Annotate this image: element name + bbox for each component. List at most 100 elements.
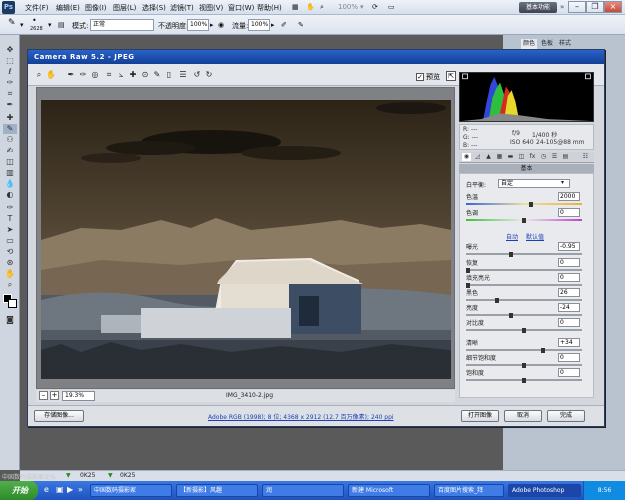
slider-value-field[interactable]: 0 xyxy=(558,273,580,282)
3d-orbit-icon[interactable]: ⊛ xyxy=(3,258,17,268)
brush-tool-icon[interactable]: ✎ xyxy=(3,124,17,134)
red-eye-icon[interactable]: ⊙ xyxy=(140,70,150,80)
slider-thumb[interactable] xyxy=(495,298,500,303)
chevron-right-icon[interactable]: ▸ xyxy=(271,21,275,29)
chevron-down-icon[interactable]: ▾ xyxy=(561,179,564,186)
minimize-button[interactable]: – xyxy=(568,1,586,13)
target-adjust-icon[interactable]: ◎ xyxy=(90,70,100,80)
tab-swatches[interactable]: 色板 xyxy=(539,39,555,49)
detail-icon[interactable]: ▲ xyxy=(484,153,493,161)
slider-track[interactable] xyxy=(466,284,582,286)
pressure-opacity-icon[interactable]: ◉ xyxy=(218,21,224,29)
doc-tab-2[interactable]: 0K25 xyxy=(120,472,135,479)
ie-icon[interactable]: e xyxy=(44,485,49,494)
type-tool-icon[interactable]: T xyxy=(3,214,17,224)
menu-file[interactable]: 文件(F) xyxy=(25,3,49,13)
menu-help[interactable]: 帮助(H) xyxy=(257,3,282,13)
slider-value-field[interactable]: -24 xyxy=(558,303,580,312)
slider-thumb[interactable] xyxy=(541,348,546,353)
move-tool-icon[interactable]: ✥ xyxy=(3,45,17,55)
history-brush-icon[interactable]: ✍ xyxy=(3,146,17,156)
desktop-icon[interactable]: ▣ xyxy=(56,485,64,494)
slider-value-field[interactable]: 26 xyxy=(558,288,580,297)
menu-layer[interactable]: 图层(L) xyxy=(113,3,136,13)
menu-image[interactable]: 图像(I) xyxy=(85,3,107,13)
task-item[interactable]: 润 xyxy=(262,484,344,497)
auto-link[interactable]: 自动 xyxy=(506,232,518,241)
menu-view[interactable]: 视图(V) xyxy=(199,3,223,13)
task-item[interactable]: 新建 Microsoft xyxy=(348,484,430,497)
task-item[interactable]: 百度图片搜索_拜 xyxy=(434,484,504,497)
save-image-button[interactable]: 存储图像... xyxy=(34,410,84,422)
close-button[interactable]: × xyxy=(604,1,622,13)
slider-value-field[interactable]: 0 xyxy=(558,353,580,362)
rotate-cw-icon[interactable]: ↻ xyxy=(204,70,214,80)
blur-tool-icon[interactable]: 💧 xyxy=(3,179,17,189)
eyedropper-icon[interactable]: ✒ xyxy=(3,100,17,110)
3d-rotate-icon[interactable]: ⟲ xyxy=(3,247,17,257)
crop-tool-icon[interactable]: ⌗ xyxy=(104,70,114,80)
slider-thumb[interactable] xyxy=(522,328,526,333)
brush-preset-icon[interactable]: • xyxy=(32,16,37,25)
tab-color[interactable]: 颜色 xyxy=(521,39,537,49)
marquee-tool-icon[interactable]: ⬚ xyxy=(3,56,17,66)
pen-tool-icon[interactable]: ✑ xyxy=(3,203,17,213)
workspace-button[interactable]: 基本功能 xyxy=(519,2,557,13)
system-tray-clock[interactable]: 8:56 xyxy=(583,481,625,500)
zoom-tool-icon[interactable]: ⌕ xyxy=(34,70,44,80)
presets-icon[interactable]: ☰ xyxy=(550,153,559,161)
workspace-menu-icon[interactable]: » xyxy=(560,3,564,11)
chevron-down-icon[interactable]: ▾ xyxy=(360,3,364,11)
slider-track[interactable] xyxy=(466,299,582,301)
straighten-icon[interactable]: ⦣ xyxy=(116,70,126,80)
panel-menu-icon[interactable]: ☷ xyxy=(581,153,590,161)
effects-icon[interactable]: fx xyxy=(528,153,537,161)
arrange-icon[interactable]: ▦ xyxy=(292,3,299,11)
rotate-view-icon[interactable]: ⟳ xyxy=(372,3,378,11)
slider-thumb[interactable] xyxy=(522,378,526,383)
chevron-down-icon[interactable]: ▾ xyxy=(20,21,24,29)
camera-calibration-icon[interactable]: ◷ xyxy=(539,153,548,161)
doc-tab-icon[interactable]: ▼ xyxy=(108,472,113,479)
graduated-filter-icon[interactable]: ▯ xyxy=(164,70,174,80)
slider-value-field[interactable]: 2000 xyxy=(558,192,580,201)
zoom-out-button[interactable]: – xyxy=(39,391,48,400)
slider-value-field[interactable]: 0 xyxy=(558,208,580,217)
task-item-active[interactable]: Adobe Photoshop xyxy=(508,484,581,497)
lens-corrections-icon[interactable]: ◫ xyxy=(517,153,526,161)
hand-icon[interactable]: ✋ xyxy=(306,3,315,11)
slider-value-field[interactable]: 0 xyxy=(558,318,580,327)
rotate-ccw-icon[interactable]: ↺ xyxy=(192,70,202,80)
done-button[interactable]: 完成 xyxy=(547,410,585,422)
chevron-down-icon[interactable]: ▾ xyxy=(48,21,52,29)
slider-track[interactable] xyxy=(466,203,582,205)
dialog-title-bar[interactable]: Camera Raw 5.2 - JPEG xyxy=(28,50,604,64)
crop-tool-icon[interactable]: ⌗ xyxy=(3,89,17,99)
tab-styles[interactable]: 样式 xyxy=(557,39,573,49)
slider-thumb[interactable] xyxy=(508,313,513,318)
shape-tool-icon[interactable]: ▭ xyxy=(3,236,17,246)
background-color-swatch[interactable] xyxy=(8,299,17,308)
menu-edit[interactable]: 编辑(E) xyxy=(56,3,80,13)
workflow-options-link[interactable]: Adobe RGB (1998); 8 位; 4368 x 2912 (12.7… xyxy=(208,412,394,421)
brush-tool-icon[interactable]: ✎ xyxy=(8,18,16,28)
quick-mask-icon[interactable]: ◙ xyxy=(3,315,17,325)
image-preview[interactable] xyxy=(36,87,455,389)
mode-select[interactable]: 正常 xyxy=(90,19,154,31)
color-sampler-icon[interactable]: ✑ xyxy=(78,70,88,80)
slider-value-field[interactable]: -0.95 xyxy=(558,242,580,251)
menu-window[interactable]: 窗口(W) xyxy=(228,3,254,13)
brush-panel-icon[interactable]: ▤ xyxy=(58,21,65,29)
slider-value-field[interactable]: 0 xyxy=(558,368,580,377)
zoom-tool-icon[interactable]: ⌕ xyxy=(3,280,17,290)
menu-filter[interactable]: 滤镜(T) xyxy=(170,3,194,13)
open-image-button[interactable]: 打开图像 xyxy=(461,410,499,422)
zoom-icon[interactable]: ⌕ xyxy=(320,3,324,12)
slider-thumb[interactable] xyxy=(522,363,526,368)
slider-track[interactable] xyxy=(466,349,582,351)
gradient-icon[interactable]: ▥ xyxy=(3,168,17,178)
opacity-field[interactable]: 100% xyxy=(187,19,209,31)
slider-value-field[interactable]: 0 xyxy=(558,258,580,267)
zoom-level-select[interactable]: 19.3% xyxy=(62,391,95,401)
preferences-icon[interactable]: ☰ xyxy=(178,70,188,80)
